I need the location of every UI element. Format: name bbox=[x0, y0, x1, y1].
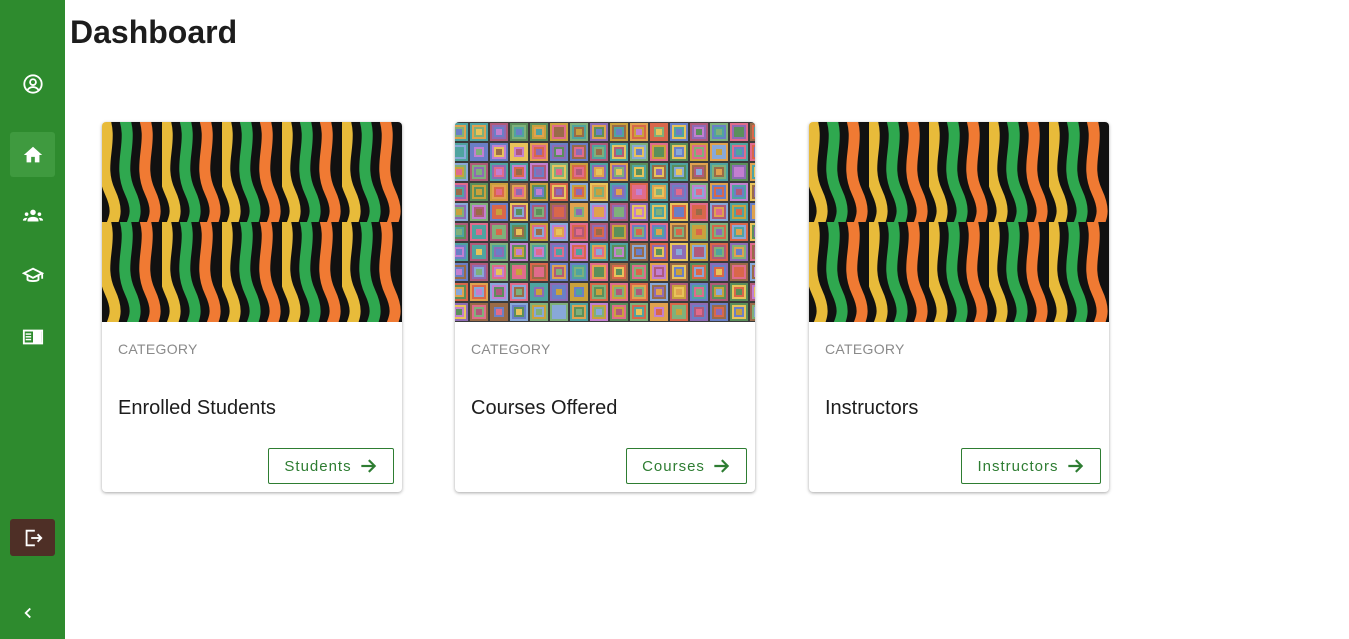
card-instructors: CATEGORY Instructors Instructors bbox=[809, 122, 1109, 492]
card-enrolled-students: CATEGORY Enrolled Students Students bbox=[102, 122, 402, 492]
instructors-button[interactable]: Instructors bbox=[961, 448, 1101, 484]
card-title: Enrolled Students bbox=[118, 397, 276, 419]
logout-button[interactable] bbox=[10, 519, 55, 556]
card-category: CATEGORY bbox=[825, 341, 905, 357]
card-title: Courses Offered bbox=[471, 397, 618, 419]
group-icon[interactable] bbox=[10, 193, 55, 238]
sidebar bbox=[0, 0, 65, 639]
students-button[interactable]: Students bbox=[268, 448, 394, 484]
account-circle-icon[interactable] bbox=[10, 61, 55, 106]
menu-book-icon[interactable] bbox=[10, 314, 55, 359]
main-content: Dashboard CATEGORY Enrolled Students Stu… bbox=[65, 0, 1349, 639]
arrow-right-icon bbox=[714, 459, 730, 473]
card-image bbox=[455, 122, 755, 322]
card-courses-offered: CATEGORY Courses Offered Courses bbox=[455, 122, 755, 492]
button-label: Students bbox=[284, 457, 352, 475]
home-icon[interactable] bbox=[10, 132, 55, 177]
courses-button[interactable]: Courses bbox=[626, 448, 747, 484]
school-icon[interactable] bbox=[10, 253, 55, 298]
card-title: Instructors bbox=[825, 397, 919, 419]
arrow-right-icon bbox=[1067, 459, 1083, 473]
arrow-right-icon bbox=[360, 459, 376, 473]
collapse-sidebar-button[interactable] bbox=[15, 600, 41, 626]
button-label: Courses bbox=[642, 457, 705, 475]
card-image bbox=[102, 122, 402, 322]
chevron-left-icon bbox=[24, 607, 31, 619]
card-image bbox=[809, 122, 1109, 322]
logout-icon bbox=[25, 529, 43, 546]
button-label: Instructors bbox=[977, 457, 1059, 475]
card-category: CATEGORY bbox=[471, 341, 551, 357]
card-category: CATEGORY bbox=[118, 341, 198, 357]
page-title: Dashboard bbox=[70, 14, 238, 50]
